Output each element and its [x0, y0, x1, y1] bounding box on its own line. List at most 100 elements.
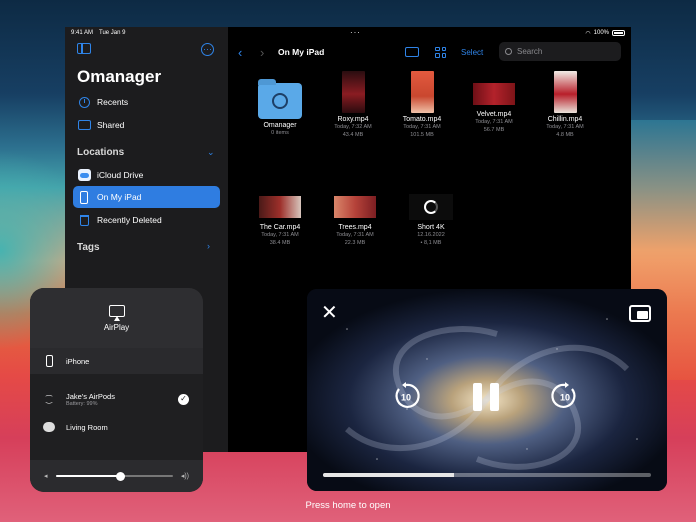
airplay-panel: AirPlay iPhone ⁐ Jake's AirPods Battery:… [30, 288, 203, 492]
home-hint: Press home to open [305, 500, 391, 511]
file-size: 4.8 MB [556, 132, 574, 138]
airplay-device-airpods[interactable]: ⁐ Jake's AirPods Battery: 99% ✓ [30, 384, 203, 414]
airplay-device-living-room[interactable]: Living Room [30, 414, 203, 440]
cloud-icon [77, 168, 91, 182]
file-item[interactable]: Tomato.mp4 Today, 7:31 AM 101.5 MB [386, 71, 458, 139]
select-button[interactable]: Select [461, 48, 483, 57]
homepod-icon [42, 422, 56, 432]
forward-chevron-icon[interactable]: › [260, 45, 264, 60]
sidebar-item-recently-deleted[interactable]: Recently Deleted [73, 209, 220, 231]
volume-control: ◂ ◂)) [30, 460, 203, 492]
loading-thumbnail [409, 194, 453, 220]
file-size: 22.3 MB [344, 240, 366, 246]
sidebar-item-icloud-drive[interactable]: iCloud Drive [73, 164, 220, 186]
file-item[interactable]: The Car.mp4 Today, 7:31 AM 38.4 MB [244, 196, 316, 247]
skip-forward-icon[interactable]: 10 [550, 381, 580, 411]
file-size: • 8,1 MB [420, 240, 442, 246]
video-thumbnail [341, 71, 365, 113]
file-name: Trees.mp4 [338, 224, 372, 231]
file-name: Short 4K [417, 224, 445, 231]
airplay-icon [108, 304, 125, 321]
file-date: Today, 7:31 AM [336, 232, 374, 238]
airplay-divider [30, 374, 203, 384]
ipad-icon [77, 190, 91, 204]
grid-view-icon[interactable] [435, 46, 446, 58]
close-icon[interactable]: ✕ [321, 303, 338, 323]
file-date: 12.16.2022 [417, 232, 445, 238]
shared-folder-icon [77, 118, 91, 132]
file-size: 101.5 MB [410, 132, 434, 138]
status-time: 9:41 AM [71, 30, 94, 36]
app-title: Omanager [77, 67, 162, 86]
file-item[interactable]: Trees.mp4 Today, 7:31 AM 22.3 MB [319, 196, 391, 247]
new-folder-icon[interactable] [405, 47, 419, 57]
sidebar-toggle-icon[interactable] [77, 43, 91, 54]
volume-high-icon: ◂)) [180, 473, 189, 480]
pause-button[interactable] [473, 383, 499, 411]
sidebar-item-on-my-ipad[interactable]: On My iPad [73, 186, 220, 208]
search-icon [505, 48, 512, 55]
sidebar-item-label: Recently Deleted [97, 215, 162, 225]
volume-slider[interactable] [55, 471, 173, 481]
video-thumbnail [410, 71, 434, 113]
file-size: 56.7 MB [483, 127, 505, 133]
sidebar-item-recents[interactable]: Recents [73, 91, 220, 113]
skip-back-icon[interactable]: 10 [391, 381, 421, 411]
volume-knob[interactable] [115, 471, 125, 481]
playback-progress-bar[interactable] [323, 473, 651, 477]
skip-back-seconds: 10 [401, 393, 411, 403]
battery-icon [612, 30, 625, 36]
video-thumbnail [473, 83, 515, 105]
search-input[interactable] [517, 47, 607, 56]
chevron-right-icon[interactable]: › [207, 241, 210, 251]
file-item[interactable]: Chillin.mp4 Today, 7:31 AM 4.8 MB [529, 71, 601, 139]
skip-forward-seconds: 10 [560, 393, 570, 403]
sidebar-item-shared[interactable]: Shared [73, 114, 220, 136]
multitask-dots-icon[interactable]: ··· [350, 29, 361, 37]
device-name: iPhone [66, 356, 90, 366]
device-battery: Battery: 99% [66, 400, 98, 407]
playback-progress-fill [323, 473, 455, 477]
video-thumbnail [259, 196, 301, 218]
page-title: On My iPad [278, 47, 325, 57]
sidebar-item-label: iCloud Drive [97, 170, 144, 180]
file-date: Today, 7:31 AM [475, 119, 513, 125]
airplay-title: AirPlay [103, 322, 130, 332]
file-item[interactable]: Omanager 0 items [244, 77, 316, 137]
file-date: Today, 7:32 AM [334, 124, 372, 130]
airplay-device-iphone[interactable]: iPhone [30, 348, 203, 374]
file-date: Today, 7:31 AM [261, 232, 299, 238]
file-meta: 0 items [271, 130, 289, 136]
file-item[interactable]: Short 4K 12.16.2022 • 8,1 MB [395, 194, 467, 247]
exit-pip-icon[interactable] [629, 305, 651, 322]
device-name: Living Room [66, 422, 108, 432]
more-icon[interactable]: ··· [201, 43, 214, 56]
search-field[interactable] [499, 42, 621, 61]
back-chevron-icon[interactable]: ‹ [238, 45, 242, 60]
volume-low-icon: ◂ [44, 473, 48, 480]
wifi-icon: ◠ [585, 30, 591, 37]
picture-in-picture-player[interactable]: ✕ 10 10 [307, 289, 667, 491]
video-thumbnail [334, 196, 376, 218]
file-date: Today, 7:31 AM [403, 124, 441, 130]
airplay-header: AirPlay [30, 288, 203, 348]
file-item[interactable]: Velvet.mp4 Today, 7:31 AM 56.7 MB [458, 83, 530, 134]
trash-icon [77, 213, 91, 227]
file-item[interactable]: Roxy.mp4 Today, 7:32 AM 43.4 MB [317, 71, 389, 139]
status-bar: 9:41 AM Tue Jan 9 ··· ◠ 100% [65, 27, 631, 39]
file-name: The Car.mp4 [259, 224, 301, 231]
file-name: Roxy.mp4 [337, 116, 369, 123]
toolbar: ‹ › On My iPad Select [228, 39, 631, 65]
tags-header[interactable]: Tags [77, 242, 100, 253]
sidebar-item-label: Shared [97, 120, 125, 130]
clock-icon [77, 95, 91, 109]
status-date: Tue Jan 9 [99, 30, 126, 36]
locations-header[interactable]: Locations [77, 147, 124, 158]
file-name: Velvet.mp4 [476, 111, 512, 118]
battery-percent: 100% [593, 30, 609, 36]
iphone-icon [42, 355, 56, 367]
chevron-down-icon[interactable]: ⌄ [207, 147, 215, 158]
sidebar-item-label: Recents [97, 97, 129, 107]
file-size: 43.4 MB [342, 132, 364, 138]
device-name: Jake's AirPods [66, 391, 115, 401]
